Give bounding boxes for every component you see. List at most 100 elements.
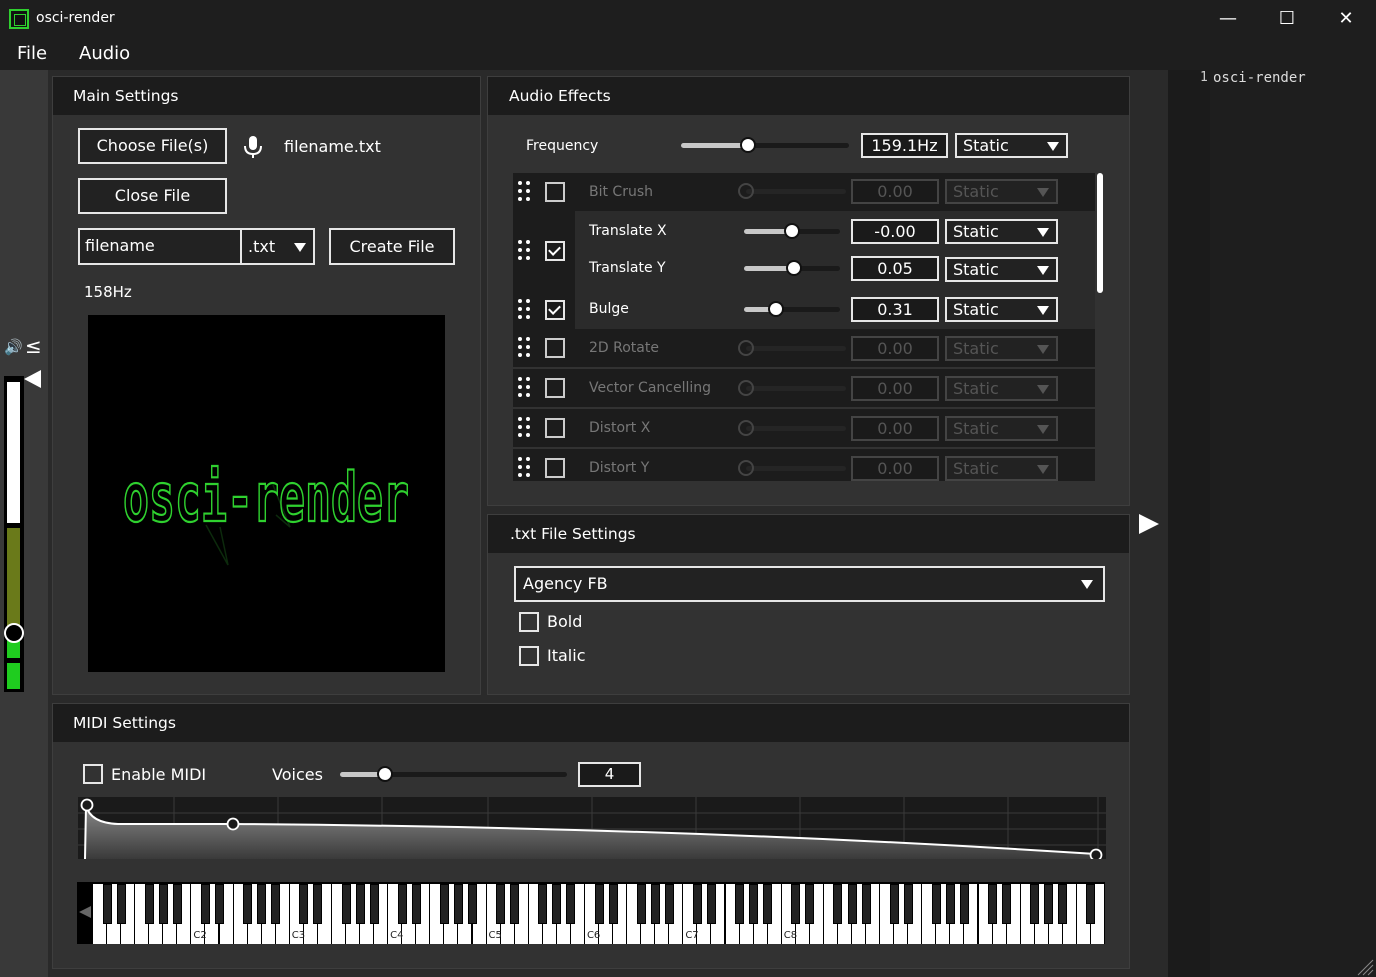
black-key[interactable]	[1030, 884, 1040, 924]
black-key[interactable]	[735, 884, 745, 924]
effect-slider-knob[interactable]	[738, 340, 754, 356]
black-key[interactable]	[341, 884, 351, 924]
effect-enable-checkbox[interactable]	[545, 418, 565, 438]
effect-mode-select[interactable]: Static	[945, 219, 1058, 244]
effect-enable-checkbox[interactable]	[545, 378, 565, 398]
black-key[interactable]	[594, 884, 604, 924]
voices-slider[interactable]	[340, 766, 567, 782]
bold-checkbox[interactable]	[519, 612, 539, 632]
voices-value-field[interactable]: 4	[578, 762, 641, 787]
effect-mode-select[interactable]: Static	[945, 297, 1058, 322]
black-key[interactable]	[1058, 884, 1068, 924]
choose-files-button[interactable]: Choose File(s)	[78, 128, 227, 164]
effect-slider[interactable]	[738, 380, 846, 396]
black-key[interactable]	[510, 884, 520, 924]
black-key[interactable]	[805, 884, 815, 924]
black-key[interactable]	[468, 884, 477, 924]
menu-file[interactable]: File	[17, 43, 47, 64]
black-key[interactable]	[172, 884, 182, 924]
effects-scrollbar[interactable]	[1097, 173, 1103, 293]
resize-grip-icon[interactable]	[1354, 956, 1374, 976]
effect-slider[interactable]	[738, 183, 846, 199]
black-key[interactable]	[566, 884, 576, 924]
maximize-button[interactable]: ☐	[1258, 0, 1316, 40]
effect-value-field[interactable]: 0.00	[851, 416, 939, 441]
black-key[interactable]	[945, 884, 955, 924]
black-key[interactable]	[833, 884, 843, 924]
code-editor-panel[interactable]: 1 osci-render	[1168, 70, 1376, 977]
black-key[interactable]	[650, 884, 660, 924]
effect-slider-knob[interactable]	[738, 380, 754, 396]
close-file-button[interactable]: Close File	[78, 178, 227, 214]
effect-mode-select[interactable]: Static	[945, 456, 1058, 481]
effect-value-field[interactable]: 0.00	[851, 179, 939, 204]
envelope-release-point[interactable]	[1089, 848, 1103, 862]
black-key[interactable]	[271, 884, 281, 924]
microphone-icon[interactable]	[242, 135, 264, 159]
black-key[interactable]	[664, 884, 674, 924]
envelope-decay-point[interactable]	[226, 817, 240, 831]
black-key[interactable]	[313, 884, 323, 924]
effect-slider[interactable]	[738, 340, 846, 356]
effect-slider-knob[interactable]	[738, 183, 754, 199]
drag-handle-icon[interactable]	[518, 240, 532, 260]
drag-handle-icon[interactable]	[518, 299, 532, 319]
effect-mode-select[interactable]: Static	[945, 257, 1058, 282]
enable-midi-checkbox[interactable]	[83, 764, 103, 784]
black-key[interactable]	[496, 884, 506, 924]
black-key[interactable]	[692, 884, 702, 924]
effect-value-field[interactable]: 0.00	[851, 336, 939, 361]
effect-mode-select[interactable]: Static	[945, 416, 1058, 441]
expand-code-panel-icon[interactable]	[1139, 514, 1159, 534]
minimize-button[interactable]: —	[1199, 0, 1257, 40]
voices-slider-knob[interactable]	[377, 766, 394, 782]
drag-handle-icon[interactable]	[518, 377, 532, 397]
create-file-button[interactable]: Create File	[329, 228, 455, 265]
effect-value-field[interactable]: 0.31	[851, 297, 939, 322]
font-select[interactable]: Agency FB	[514, 566, 1105, 602]
drag-handle-icon[interactable]	[518, 417, 532, 437]
effect-slider-knob[interactable]	[738, 420, 754, 436]
envelope-editor[interactable]	[78, 797, 1106, 862]
effect-value-field[interactable]: -0.00	[851, 219, 939, 244]
visualiser[interactable]: osci-render	[88, 315, 445, 672]
black-key[interactable]	[411, 884, 421, 924]
effect-enable-checkbox[interactable]	[545, 458, 565, 478]
black-key[interactable]	[861, 884, 871, 924]
effect-enable-checkbox[interactable]	[545, 182, 565, 202]
black-key[interactable]	[988, 884, 998, 924]
menu-audio[interactable]: Audio	[79, 43, 130, 64]
black-key[interactable]	[355, 884, 365, 924]
effect-slider[interactable]	[738, 420, 846, 436]
black-key[interactable]	[144, 884, 154, 924]
black-key[interactable]	[299, 884, 309, 924]
piano-keyboard[interactable]: C2 C3 C4 C5 C6 C7 C8	[77, 882, 1105, 944]
black-key[interactable]	[158, 884, 168, 924]
effect-slider-knob[interactable]	[738, 460, 754, 476]
black-key[interactable]	[763, 884, 773, 924]
effect-mode-select[interactable]: Static	[945, 376, 1058, 401]
black-key[interactable]	[552, 884, 562, 924]
effect-slider-knob[interactable]	[785, 260, 802, 276]
piano-scroll-left-icon[interactable]	[79, 906, 91, 918]
effect-enable-checkbox[interactable]	[545, 338, 565, 358]
black-key[interactable]	[1002, 884, 1012, 924]
black-key[interactable]	[369, 884, 379, 924]
black-key[interactable]	[791, 884, 801, 924]
black-key[interactable]	[931, 884, 941, 924]
black-key[interactable]	[889, 884, 899, 924]
black-key[interactable]	[608, 884, 618, 924]
black-key[interactable]	[453, 884, 463, 924]
black-key[interactable]	[749, 884, 759, 924]
black-key[interactable]	[257, 884, 267, 924]
black-key[interactable]	[903, 884, 913, 924]
effects-list[interactable]: Bit Crush 0.00 Static Translate X -0.00 Stati…	[488, 77, 1131, 507]
effect-mode-select[interactable]: Static	[945, 179, 1058, 204]
black-key[interactable]	[439, 884, 449, 924]
effect-slider-knob[interactable]	[784, 223, 800, 239]
black-key[interactable]	[636, 884, 646, 924]
threshold-arrow-icon[interactable]	[24, 370, 41, 388]
black-key[interactable]	[102, 884, 112, 924]
black-key[interactable]	[397, 884, 407, 924]
black-key[interactable]	[243, 884, 253, 924]
